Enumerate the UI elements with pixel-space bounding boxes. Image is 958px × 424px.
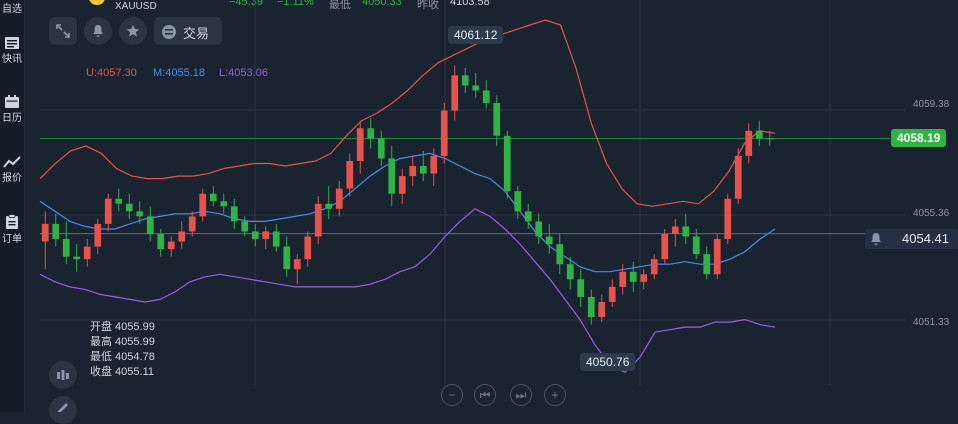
candle-body <box>713 239 721 275</box>
pencil-icon <box>58 403 68 412</box>
y-tick-label: 4059.38 <box>913 99 950 110</box>
candle-body <box>188 216 196 232</box>
candle-body <box>199 193 207 217</box>
draw-tool-button[interactable] <box>49 396 77 424</box>
candle-body <box>157 233 165 250</box>
candle-body <box>419 166 427 174</box>
candle-body <box>167 241 175 250</box>
candle-body <box>377 138 385 159</box>
y-tick-label: 4051.33 <box>913 317 950 328</box>
candle-body <box>493 103 501 136</box>
candle-body <box>398 176 406 194</box>
candle-body <box>251 231 259 240</box>
candle-body <box>62 239 70 257</box>
candle-body <box>545 236 553 245</box>
candle-body <box>608 286 616 302</box>
candle-body <box>104 198 112 224</box>
alert-price-line-tag[interactable]: 4054.41 <box>865 229 958 249</box>
ohlc-high: 最高 4055.99 <box>90 336 155 348</box>
candle-body <box>524 211 532 222</box>
candle-body <box>356 128 364 161</box>
candle-body <box>146 216 154 234</box>
scroll-start-button[interactable]: ⏮ <box>474 384 496 406</box>
candle-body <box>619 271 627 287</box>
candle-body <box>472 85 480 91</box>
candle-body <box>125 203 133 212</box>
candle-body <box>451 75 459 111</box>
candle-body <box>587 296 595 318</box>
candle-body <box>83 246 91 260</box>
candle-body <box>755 130 763 139</box>
current-price-tag: 4058.19 <box>891 129 947 147</box>
y-tick-label: 4055.36 <box>913 208 950 219</box>
candle-body <box>73 256 81 260</box>
candle-body <box>241 221 249 232</box>
candle-body <box>503 135 511 192</box>
candle-body <box>388 158 396 194</box>
candle-body <box>272 231 280 247</box>
candle-body <box>430 155 438 174</box>
candle-body <box>650 259 658 275</box>
candle-body <box>461 75 469 86</box>
candle-body <box>566 264 574 280</box>
ohlc-low: 最低 4054.78 <box>90 351 155 363</box>
candle-body <box>671 226 679 234</box>
candle-body <box>367 128 375 139</box>
candle-body <box>314 203 322 237</box>
low-marker: 4050.76 <box>580 353 636 371</box>
candle-body <box>346 160 354 189</box>
candle-body <box>304 236 312 260</box>
candle-body <box>682 226 690 237</box>
candle-body <box>409 166 417 177</box>
candle-body <box>335 188 343 209</box>
candle-body <box>629 271 637 282</box>
candle-body <box>766 138 774 140</box>
candle-body <box>556 244 564 265</box>
candle-body <box>640 274 648 282</box>
candle-body <box>482 90 490 104</box>
candle-body <box>94 223 102 247</box>
candle-body <box>661 233 669 260</box>
candle-body <box>41 223 49 242</box>
candle-body <box>209 193 217 202</box>
candle-body <box>115 198 123 204</box>
candles-icon <box>57 370 69 380</box>
candle-body <box>220 201 228 207</box>
candle-body <box>293 259 301 270</box>
candle-body <box>325 203 333 209</box>
candle-body <box>514 191 522 212</box>
candle-body <box>724 198 732 240</box>
candle-body <box>136 211 144 217</box>
candle-body <box>52 223 60 240</box>
bell-icon <box>871 233 881 245</box>
candle-body <box>577 279 585 297</box>
candle-body <box>745 130 753 156</box>
zoom-in-button[interactable]: + <box>544 384 566 406</box>
candle-body <box>440 110 448 156</box>
candle-body <box>535 221 543 237</box>
candle-body <box>283 246 291 270</box>
bb-upper-line <box>39 19 776 207</box>
candle-body <box>262 231 270 240</box>
chart-type-button[interactable] <box>49 361 77 389</box>
ohlc-close: 收盘 4055.11 <box>90 366 155 378</box>
candle-body <box>598 301 606 318</box>
candle-body <box>734 155 742 199</box>
candle-body <box>703 254 711 275</box>
scroll-end-button[interactable]: ⏭ <box>510 384 532 406</box>
alert-price-value: 4054.41 <box>902 231 949 246</box>
zoom-out-button[interactable]: − <box>441 384 463 406</box>
high-marker: 4061.12 <box>448 26 504 44</box>
candle-body <box>230 206 238 222</box>
ohlc-open: 开盘 4055.99 <box>90 321 155 333</box>
candle-body <box>178 231 186 242</box>
candle-body <box>692 236 700 255</box>
